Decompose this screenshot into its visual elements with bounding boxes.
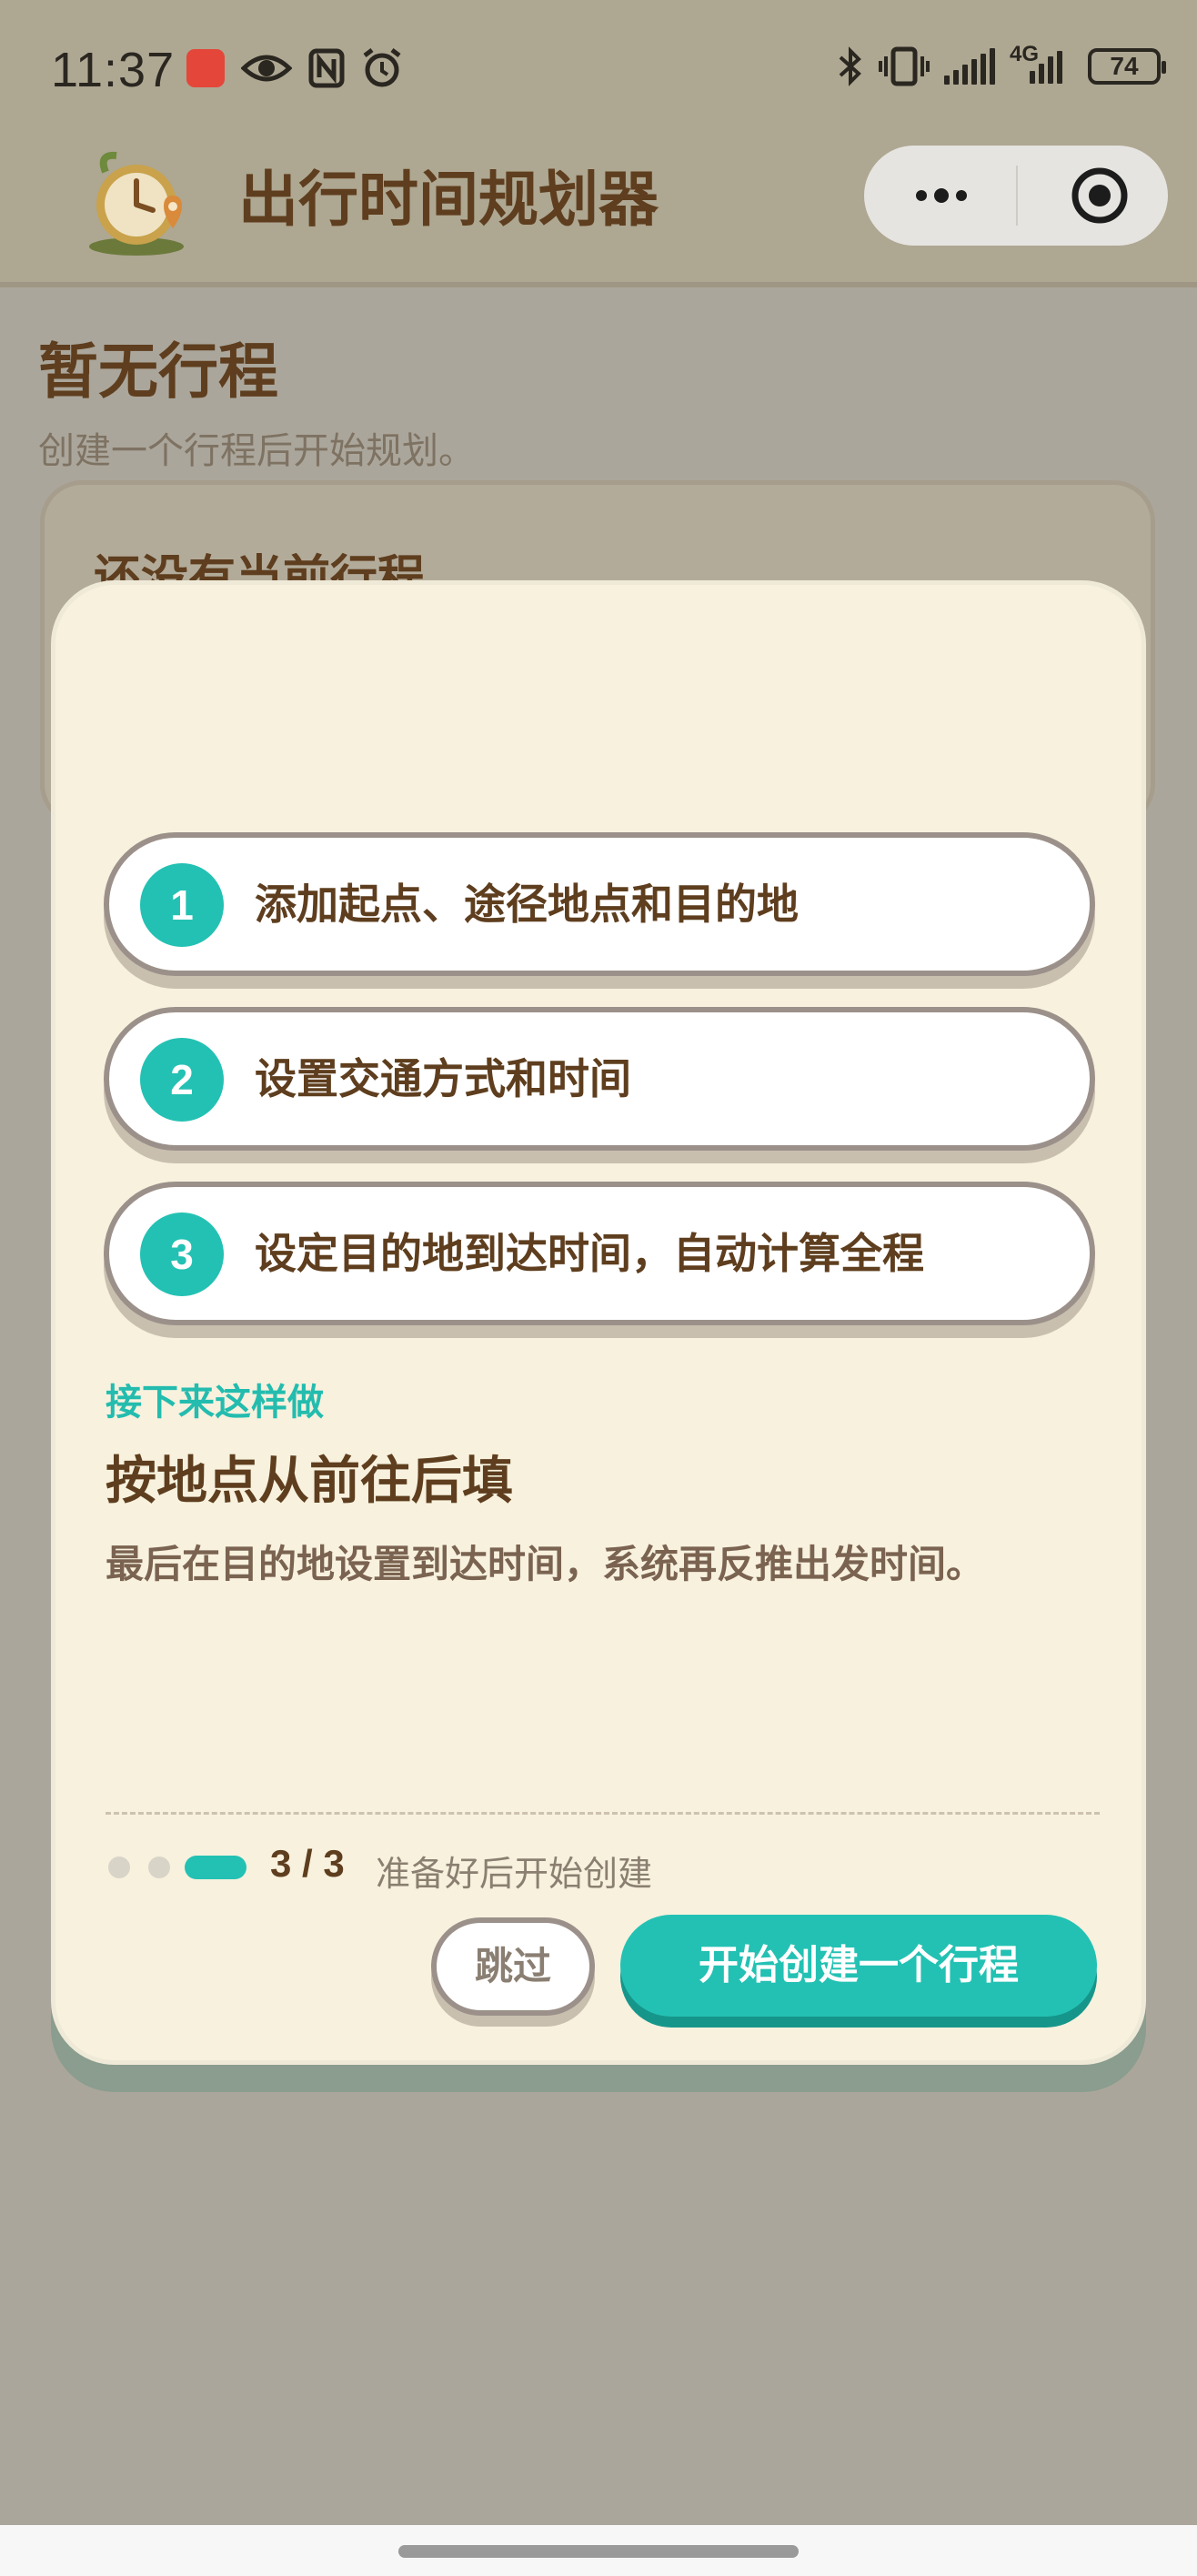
- step-item-2: 2 设置交通方式和时间: [104, 1007, 1095, 1151]
- next-label: 接下来这样做: [106, 1382, 324, 1424]
- next-description: 最后在目的地设置到达时间，系统再反推出发时间。: [106, 1542, 985, 1586]
- divider: [106, 1812, 1100, 1815]
- step-item-1: 1 添加起点、途径地点和目的地: [104, 832, 1095, 976]
- page-title: 出行时间规划器: [238, 165, 659, 235]
- progress-hint: 准备好后开始创建: [376, 1854, 653, 1894]
- empty-title: 暂无行程: [38, 337, 278, 407]
- start-create-trip-button[interactable]: 开始创建一个行程: [620, 1915, 1097, 2017]
- nav-bar: 出行时间规划器: [0, 141, 1197, 287]
- alarm-icon: [363, 48, 401, 87]
- step-item-3: 3 设定目的地到达时间，自动计算全程: [104, 1182, 1095, 1325]
- clock-location-logo: [89, 151, 184, 256]
- home-indicator[interactable]: [398, 2545, 799, 2558]
- status-icons-right: 4G 74: [837, 42, 1166, 87]
- status-time: 11:37: [51, 43, 176, 97]
- page-dot-3-active: [185, 1856, 246, 1879]
- skip-button[interactable]: 跳过: [431, 1917, 595, 2016]
- nfc-icon: [308, 48, 345, 88]
- signal-icon: [944, 48, 995, 85]
- status-bar: 11:37 4G 74: [0, 0, 1197, 141]
- empty-subtitle: 创建一个行程后开始规划。: [38, 430, 475, 472]
- battery-level: 74: [1110, 52, 1139, 80]
- page-dot-2: [148, 1857, 170, 1878]
- bluetooth-icon: [839, 46, 861, 86]
- step-number-badge: 3: [140, 1213, 224, 1296]
- home-indicator-bar: [0, 2525, 1197, 2576]
- eye-icon: [241, 55, 292, 82]
- page-dot-1: [108, 1857, 130, 1878]
- status-icons-left: [186, 47, 403, 89]
- capsule-divider: [1016, 166, 1018, 226]
- step-number-badge: 1: [140, 863, 224, 947]
- more-dots-icon[interactable]: [905, 155, 978, 236]
- battery-icon: 74: [1088, 48, 1166, 85]
- step-number-badge: 2: [140, 1038, 224, 1122]
- step-text: 设置交通方式和时间: [255, 1054, 631, 1103]
- signal-4g-icon: 4G: [1010, 42, 1073, 87]
- next-title: 按地点从前往后填: [106, 1452, 513, 1511]
- mini-program-capsule: [864, 146, 1168, 246]
- vibrate-icon: [879, 46, 930, 86]
- onboarding-modal: 1 添加起点、途径地点和目的地 2 设置交通方式和时间 3 设定目的地到达时间，…: [51, 580, 1146, 2065]
- progress-counter: 3 / 3: [270, 1842, 345, 1885]
- target-icon[interactable]: [1068, 164, 1132, 227]
- step-text: 添加起点、途径地点和目的地: [255, 880, 799, 929]
- step-text: 设定目的地到达时间，自动计算全程: [255, 1229, 924, 1278]
- huawei-app-icon: [186, 49, 225, 87]
